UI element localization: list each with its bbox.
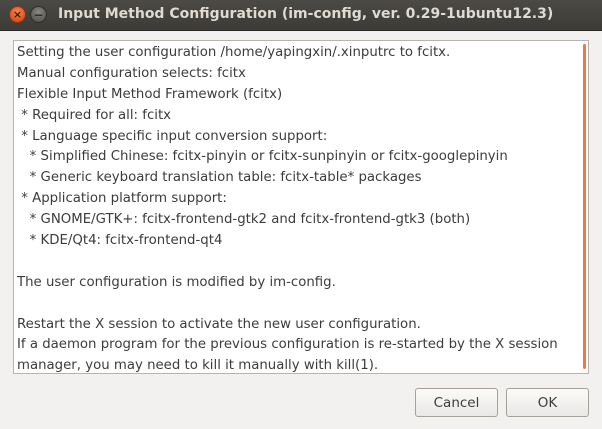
ok-button[interactable]: OK <box>506 388 589 417</box>
message-line: Setting the user configuration /home/yap… <box>17 45 451 60</box>
message-text: Setting the user configuration /home/yap… <box>17 43 580 374</box>
message-line: * Generic keyboard translation table: fc… <box>17 170 422 186</box>
title-bar[interactable]: × − Input Method Configuration (im-confi… <box>0 0 602 31</box>
message-line: If a daemon program for the previous con… <box>17 337 558 353</box>
message-line: manager, you may need to kill it manuall… <box>17 358 379 374</box>
message-line: * Required for all: fcitx <box>17 107 172 123</box>
message-line <box>17 252 580 273</box>
minimize-icon[interactable]: − <box>30 6 47 23</box>
message-line: Flexible Input Method Framework (fcitx) <box>17 86 283 102</box>
message-line: * Application platform support: <box>17 191 227 207</box>
message-line: The user configuration is modified by im… <box>17 274 336 290</box>
message-line: * GNOME/GTK+: fcitx-frontend-gtk2 and fc… <box>17 212 471 228</box>
message-line: Manual configuration selects: fcitx <box>17 65 246 81</box>
cancel-button[interactable]: Cancel <box>415 388 498 417</box>
message-line: * Language specific input conversion sup… <box>17 128 328 144</box>
message-line: * KDE/Qt4: fcitx-frontend-qt4 <box>17 233 223 249</box>
message-line <box>17 294 580 315</box>
message-text-area[interactable]: Setting the user configuration /home/yap… <box>13 40 589 374</box>
close-icon[interactable]: × <box>9 6 26 23</box>
scrollbar[interactable] <box>583 44 586 369</box>
window-title: Input Method Configuration (im-config, v… <box>58 6 554 22</box>
message-line: Restart the X session to activate the ne… <box>17 316 421 332</box>
message-line: * Simplified Chinese: fcitx-pinyin or fc… <box>17 149 508 165</box>
dialog-window: × − Input Method Configuration (im-confi… <box>0 0 602 429</box>
